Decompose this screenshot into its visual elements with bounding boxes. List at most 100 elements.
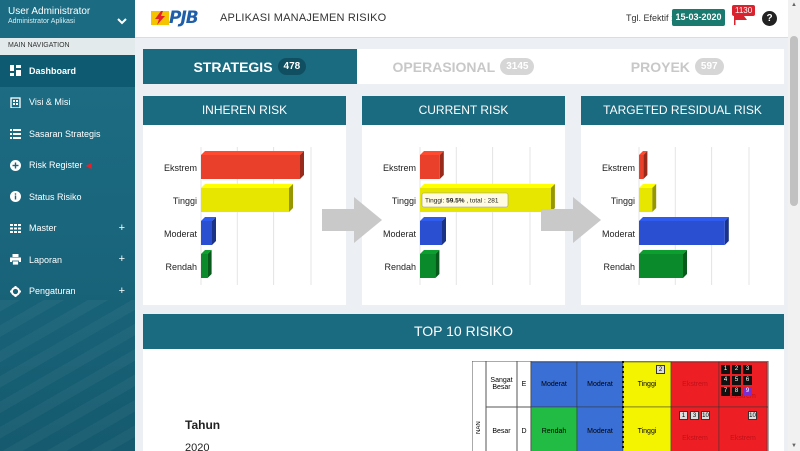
lightning-logo-icon: [151, 11, 169, 25]
tab-label: PROYEK: [630, 58, 690, 75]
current-risk-panel: CURRENT RISK Ekstrem Tinggi Moderat Rendah T…: [362, 96, 565, 305]
bar-moderat[interactable]: [639, 217, 729, 245]
category-label: Rendah: [165, 262, 197, 272]
expand-plus-icon[interactable]: +: [119, 285, 125, 297]
scroll-down-arrow-icon[interactable]: ▼: [791, 443, 797, 449]
category-label: Tinggi: [392, 196, 416, 206]
matrix-cell[interactable]: Ekstrem: [719, 421, 767, 451]
risk-number-box[interactable]: 6: [743, 376, 752, 385]
panel-title: INHEREN RISK: [143, 96, 346, 125]
sidebar-item-laporan[interactable]: Laporan +: [0, 244, 135, 276]
info-icon: [9, 191, 21, 203]
sidebar-item-sasaran-strategis[interactable]: Sasaran Strategis: [0, 118, 135, 150]
matrix-cell[interactable]: Rendah: [531, 407, 577, 451]
targeted-residual-risk-chart: Ekstrem Tinggi Moderat Rendah: [602, 147, 750, 285]
scroll-up-arrow-icon[interactable]: ▲: [791, 2, 797, 8]
matrix-cell[interactable]: Moderat: [577, 407, 623, 451]
matrix-cell[interactable]: Tinggi: [623, 407, 671, 451]
bar-face[interactable]: [639, 221, 725, 245]
bar-face[interactable]: [201, 254, 208, 278]
svg-text:Tinggi: 59.5% , total : 281: Tinggi: 59.5% , total : 281: [425, 198, 499, 205]
pjb-logo[interactable]: PJB: [151, 8, 199, 28]
bar-rendah[interactable]: [420, 250, 440, 278]
year-value[interactable]: 2020: [185, 442, 209, 451]
tab-operasional[interactable]: OPERASIONAL 3145: [357, 49, 571, 84]
matrix-side-label: NAN: [476, 421, 482, 435]
matrix-cell[interactable]: Moderat: [531, 362, 577, 407]
tab-proyek[interactable]: PROYEK 597: [570, 49, 784, 84]
matrix-cell[interactable]: Ekstrem: [671, 362, 719, 407]
arrow-left-icon: ◀: [85, 160, 92, 170]
risk-number-box[interactable]: 7: [721, 387, 730, 396]
scrollbar-thumb[interactable]: [790, 36, 798, 206]
risk-number-box[interactable]: 10: [748, 411, 757, 420]
risk-number-box[interactable]: 10: [701, 411, 710, 420]
sidebar-item-label: Dashboard: [29, 65, 77, 76]
inheren-risk-chart: Ekstrem Tinggi Moderat Rendah: [164, 147, 312, 285]
top-header: PJB APLIKASI MANAJEMEN RISIKO Tgl. Efekt…: [135, 0, 800, 38]
bar-face[interactable]: [639, 254, 683, 278]
bar-ekstrem[interactable]: [420, 151, 444, 179]
table-icon: [9, 222, 21, 234]
bar-ekstrem[interactable]: [201, 151, 304, 179]
bar-face[interactable]: [420, 221, 442, 245]
expand-plus-icon[interactable]: +: [119, 222, 125, 234]
bar-face[interactable]: [420, 254, 436, 278]
sidebar-item-label: Status Risiko: [29, 191, 82, 202]
help-icon[interactable]: ?: [762, 11, 777, 26]
sidebar: User Administrator Administrator Aplikas…: [0, 0, 135, 451]
risk-number-box-purple[interactable]: 9: [743, 387, 752, 396]
bar-face[interactable]: [201, 155, 300, 179]
bar-face[interactable]: [639, 155, 644, 179]
chevron-down-icon[interactable]: [117, 17, 127, 28]
category-label: Moderat: [164, 229, 198, 239]
plus-circle-icon: [9, 159, 21, 171]
bar-face[interactable]: [420, 155, 440, 179]
risk-number-box[interactable]: 1: [721, 365, 730, 374]
sidebar-item-dashboard[interactable]: Dashboard: [0, 55, 135, 87]
risk-number-box[interactable]: 2: [656, 365, 665, 374]
effective-date-value[interactable]: 15-03-2020: [672, 9, 725, 26]
main-navigation-header: MAIN NAVIGATION: [0, 38, 135, 55]
risk-type-tabs: STRATEGIS 478 OPERASIONAL 3145 PROYEK 59…: [143, 49, 784, 84]
bar-moderat[interactable]: [420, 217, 446, 245]
page-scrollbar[interactable]: ▲ ▼: [788, 0, 800, 451]
risk-matrix: NAN Sangat Besar E Besar D Moderat Moder…: [471, 360, 772, 451]
risk-number-box[interactable]: 3: [743, 365, 752, 374]
sidebar-item-pengaturan[interactable]: Pengaturan +: [0, 276, 135, 308]
user-panel[interactable]: User Administrator Administrator Aplikas…: [0, 0, 135, 38]
bar-rendah[interactable]: [201, 250, 212, 278]
risk-number-box[interactable]: 5: [732, 376, 741, 385]
sidebar-item-label: Master: [29, 223, 57, 234]
sidebar-item-risk-register[interactable]: Risk Register ◀: [0, 150, 135, 182]
expand-plus-icon[interactable]: +: [119, 253, 125, 265]
dashboard-icon: [9, 65, 21, 77]
category-label: Rendah: [384, 262, 416, 272]
bar-face[interactable]: [201, 221, 212, 245]
building-icon: [9, 96, 21, 108]
sidebar-item-master[interactable]: Master +: [0, 213, 135, 245]
sidebar-item-visi-misi[interactable]: Visi & Misi: [0, 87, 135, 119]
bar-tinggi[interactable]: [201, 184, 293, 212]
risk-number-box[interactable]: 8: [732, 387, 741, 396]
matrix-cell[interactable]: Moderat: [577, 362, 623, 407]
bar-face[interactable]: [639, 188, 653, 212]
category-label: Moderat: [383, 229, 417, 239]
section-title: TOP 10 RISIKO: [143, 314, 784, 349]
risk-number-box[interactable]: 4: [721, 376, 730, 385]
risk-number-box[interactable]: 3: [690, 411, 699, 420]
bar-rendah[interactable]: [639, 250, 687, 278]
tab-strategis[interactable]: STRATEGIS 478: [143, 49, 357, 84]
bar-face[interactable]: [201, 188, 289, 212]
targeted-residual-risk-panel: TARGETED RESIDUAL RISK Ekstrem Tinggi Mode…: [581, 96, 784, 305]
tab-count-badge: 597: [694, 58, 724, 75]
risk-number-box[interactable]: 2: [732, 365, 741, 374]
matrix-row-code: D: [521, 427, 527, 435]
matrix-cell[interactable]: Ekstrem: [671, 421, 719, 451]
bar-moderat[interactable]: [201, 217, 216, 245]
bar-ekstrem[interactable]: [639, 151, 648, 179]
bar-tinggi[interactable]: [639, 184, 657, 212]
risk-number-box[interactable]: 1: [679, 411, 688, 420]
category-label: Ekstrem: [164, 163, 197, 173]
sidebar-item-status-risiko[interactable]: Status Risiko: [0, 181, 135, 213]
